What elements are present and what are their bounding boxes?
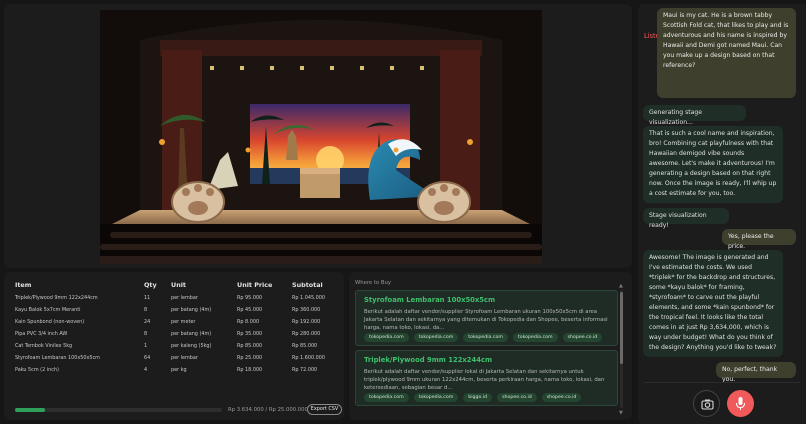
row-subtotal: Rp 85.000 [292,343,318,349]
row-qty: 11 [144,295,151,301]
header-item: Item [15,281,32,289]
row-qty: 8 [144,307,148,313]
row-subtotal: Rp 280.000 [292,331,321,337]
row-unit-price: Rp 85.000 [237,343,263,349]
row-subtotal: Rp 360.000 [292,307,321,313]
row-qty: 24 [144,319,151,325]
vendor-link-chip[interactable]: tokopedia.com [512,333,558,342]
budget-progress-bar [15,408,222,412]
chat-message-user: Yes, please the price. [722,229,796,250]
vendor-product-name: Styrofoam Lembaran 100x50x5cm [364,296,496,304]
row-item: Pipa PVC 3/4 inch AW [15,331,68,337]
row-unit-price: Rp 18.000 [237,367,263,373]
export-csv-button[interactable]: Export CSV [307,404,342,415]
vendor-link-chip[interactable]: shopee.co.id [497,393,537,402]
row-subtotal: Rp 192.000 [292,319,321,325]
row-item: Paku 5cm (2 inch) [15,367,59,373]
row-unit: per batang (4m) [171,307,212,313]
row-unit-price: Rp 25.000 [237,355,263,361]
microphone-button[interactable] [727,390,754,417]
cost-estimate-panel: Item Qty Unit Unit Price Subtotal Triple… [4,272,344,420]
app-root: Item Qty Unit Unit Price Subtotal Triple… [0,0,806,424]
row-unit-price: Rp 35.000 [237,331,263,337]
vendor-links: tokopedia.com tokopedia.com biggo.id sho… [364,393,582,402]
camera-button[interactable] [693,390,720,417]
row-unit: per kg [171,367,187,373]
row-item: Kayu Balok 5x7cm Meranti [15,307,81,313]
vendor-link-chip[interactable]: biggo.id [463,393,493,402]
chat-message-assistant: Stage visualization ready! [643,208,729,229]
row-unit: per lembar [171,295,198,301]
row-unit: per meter [171,319,196,325]
row-item: Triplek/Plywood 9mm 122x244cm [15,295,98,301]
stage-visualization-panel [4,4,632,268]
header-unit-price: Unit Price [237,281,273,289]
row-unit: per batang (4m) [171,331,212,337]
vendor-card: Styrofoam Lembaran 100x50x5cm Berikut ad… [355,290,618,346]
chat-divider [644,382,800,383]
row-qty: 1 [144,343,148,349]
row-item: Cat Tembok Vinilex 5kg [15,343,73,349]
row-item: Kain Spunbond (non-woven) [15,319,85,325]
row-unit: per kaleng (5kg) [171,343,212,349]
vendor-link-chip[interactable]: tokopedia.com [413,333,459,342]
row-subtotal: Rp 1.045.000 [292,295,325,301]
row-unit-price: Rp 45.000 [237,307,263,313]
chat-message-assistant: Awesome! The image is generated and I've… [643,250,783,357]
row-qty: 64 [144,355,151,361]
header-qty: Qty [144,281,157,289]
scroll-down-icon[interactable]: ▼ [619,410,623,416]
budget-total-text: Rp 3.634.000 / Rp 25.000.000 [228,407,308,413]
vendor-link-chip[interactable]: tokopedia.com [364,333,409,342]
scroll-up-icon[interactable]: ▲ [619,283,623,289]
vendor-card: Triplek/Plywood 9mm 122x244cm Berikut ad… [355,350,618,406]
row-qty: 8 [144,331,148,337]
row-subtotal: Rp 1.600.000 [292,355,325,361]
budget-progress-fill [15,408,46,412]
vendor-description: Berikut adalah daftar vendor/supplier St… [364,309,608,331]
where-to-buy-title: Where to Buy [355,280,391,286]
row-unit: per lembar [171,355,198,361]
vendor-links: tokopedia.com tokopedia.com tokopedia.co… [364,333,603,342]
vendor-link-chip[interactable]: tokopedia.com [413,393,459,402]
vendor-link-chip[interactable]: tokopedia.com [463,333,508,342]
camera-icon [701,399,714,410]
row-unit-price: Rp 8.000 [237,319,260,325]
chat-message-user: No, perfect, thank you. [716,362,796,383]
vendor-link-chip[interactable]: tokopedia.com [364,393,409,402]
header-subtotal: Subtotal [292,281,323,289]
chat-message-assistant: Generating stage visualization... [643,105,746,126]
stage-render-graphic [100,10,542,264]
vendor-link-chip[interactable]: shopee.co.id [541,393,582,402]
chat-message-user: Maui is my cat. He is a brown tabby Scot… [657,8,796,98]
row-item: Styrofoam Lembaran 100x50x5cm [15,355,100,361]
vendor-product-name: Triplek/Plywood 9mm 122x244cm [364,356,493,364]
chat-message-assistant: That is such a cool name and inspiration… [643,126,783,203]
row-subtotal: Rp 72.000 [292,367,318,373]
vendor-list-scroll-thumb[interactable] [620,292,623,364]
stage-visualization-image [100,10,542,264]
row-qty: 4 [144,367,148,373]
row-unit-price: Rp 95.000 [237,295,263,301]
microphone-icon [735,397,746,410]
where-to-buy-panel: Where to Buy Styrofoam Lembaran 100x50x5… [349,272,632,420]
header-unit: Unit [171,281,186,289]
vendor-description: Berikut adalah daftar vendor/supplier lo… [364,369,605,391]
vendor-link-chip[interactable]: shopee.co.id [562,333,603,342]
